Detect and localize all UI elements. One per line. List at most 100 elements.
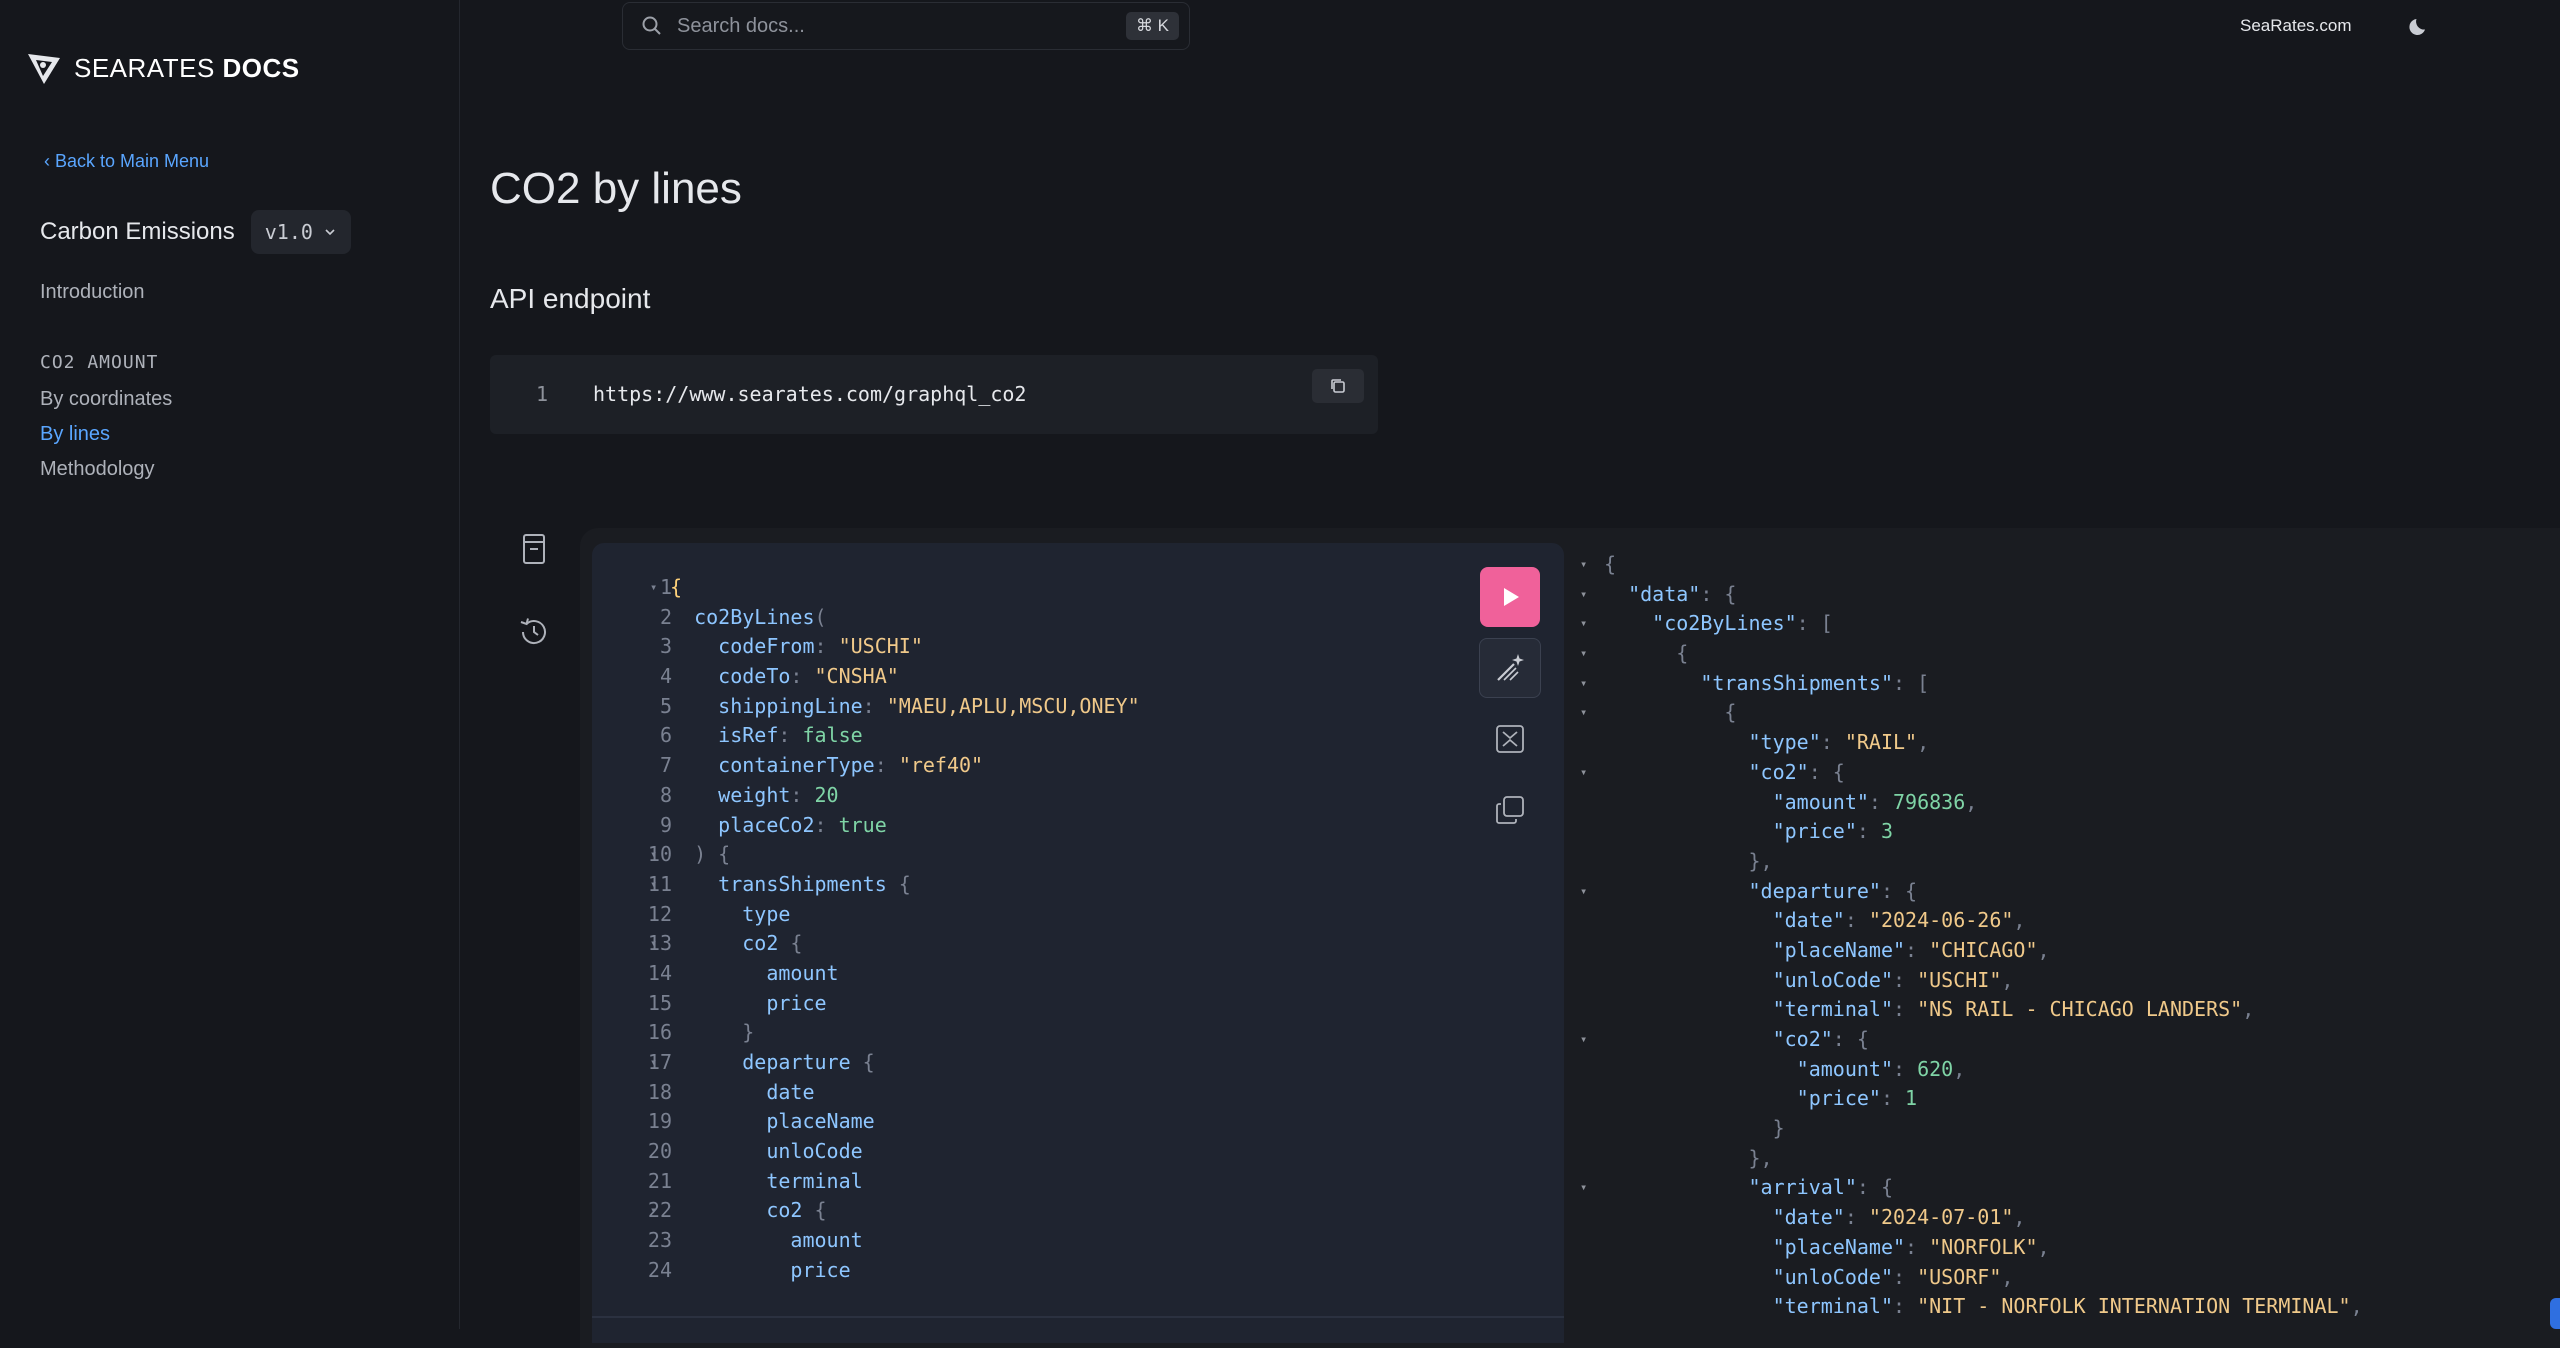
chevron-down-icon — [325, 229, 335, 236]
merge-fragments-icon[interactable] — [1493, 722, 1527, 756]
query-line-number: 14 — [592, 959, 672, 989]
fold-toggle-icon[interactable]: ▾ — [1580, 758, 1594, 788]
code-token: : — [790, 664, 815, 689]
json-token: , — [2013, 1205, 2026, 1230]
query-code-line: shippingLine: "MAEU,APLU,MSCU,ONEY" — [670, 692, 1139, 722]
line-number: 10 — [647, 842, 672, 867]
query-editor[interactable]: 1 ▾ 2 3 4 5 6 7 8 9 10 ▾ 11 ▾ 12 13 ▾ 14 15 16 17 ▾ 18 19 20 21 22… — [592, 543, 1564, 1343]
version-select[interactable]: v1.0 — [250, 210, 351, 254]
run-query-button[interactable] — [1480, 567, 1540, 627]
code-token: type — [742, 901, 791, 926]
result-line-text: "unloCode": "USORF", — [1604, 1263, 2014, 1293]
json-token: "co2ByLines" — [1652, 611, 1797, 636]
sidebar-item-by-coordinates[interactable]: By coordinates — [40, 388, 172, 411]
query-code-line: isRef: false — [670, 721, 1140, 751]
json-token: "CHICAGO" — [1929, 937, 2038, 962]
copy-endpoint-button[interactable] — [1312, 369, 1364, 403]
fold-toggle-icon[interactable]: ▾ — [1580, 639, 1594, 669]
json-token: : [ — [1796, 611, 1833, 636]
fold-toggle-icon[interactable]: ▾ — [1580, 1173, 1594, 1203]
query-code-line: codeTo: "CNSHA" — [670, 662, 1140, 692]
back-to-main-menu-link[interactable]: ‹ Back to Main Menu — [44, 151, 209, 172]
json-token: , — [2013, 908, 2026, 933]
fold-toggle-icon[interactable]: ▾ — [650, 1196, 657, 1226]
prettify-query-button[interactable] — [1479, 638, 1541, 698]
fold-toggle-icon[interactable]: ▾ — [650, 929, 657, 959]
result-line-text: "arrival": { — [1604, 1173, 1894, 1203]
json-token: 3 — [1880, 819, 1894, 844]
fold-toggle-icon[interactable]: ▾ — [1580, 580, 1594, 610]
product-name: Carbon Emissions — [40, 218, 235, 245]
editor-bottom-border — [592, 1316, 1564, 1318]
query-line-number: 10 ▾ — [592, 840, 672, 870]
json-token: : { — [1880, 878, 1918, 903]
fold-toggle-icon[interactable]: ▾ — [1580, 877, 1594, 907]
line-number: 15 — [647, 990, 672, 1015]
code-token: date — [766, 1079, 815, 1104]
line-number: 19 — [647, 1109, 672, 1134]
query-line-number: 23 — [592, 1226, 672, 1256]
result-line-text: "amount": 620, — [1604, 1055, 1966, 1085]
line-number: 21 — [647, 1168, 672, 1193]
copy-icon — [1331, 379, 1345, 393]
code-token: amount — [766, 960, 839, 985]
line-number: 3 — [659, 634, 672, 659]
json-token: "USCHI" — [1917, 967, 2002, 992]
fold-toggle-icon[interactable]: ▾ — [1580, 609, 1594, 639]
sidebar: SEARATES DOCS ‹ Back to Main Menu Carbon… — [0, 0, 460, 1329]
searates-site-link[interactable]: SeaRates.com — [2240, 16, 2352, 36]
code-token: placeCo2 — [718, 812, 815, 837]
code-token: : — [778, 723, 803, 748]
fold-toggle-icon[interactable]: ▾ — [1580, 1025, 1594, 1055]
result-line-text: "terminal": "NS RAIL - CHICAGO LANDERS", — [1604, 995, 2255, 1025]
code-token: : — [814, 634, 839, 659]
json-token: : { — [1856, 1175, 1893, 1200]
json-token: "RAIL" — [1844, 730, 1918, 755]
magic-wand-icon — [1497, 654, 1524, 681]
history-icon[interactable] — [517, 615, 551, 649]
endpoint-url[interactable]: https://www.searates.com/graphql_co2 — [593, 382, 1026, 406]
query-code-line: ) { — [670, 840, 1140, 870]
sidebar-item-by-lines[interactable]: By lines — [40, 423, 110, 446]
moon-icon[interactable] — [2408, 14, 2432, 38]
result-line-text: "price": 3 — [1604, 817, 1893, 847]
fold-toggle-icon[interactable]: ▾ — [1580, 669, 1594, 699]
json-token: : — [1856, 819, 1881, 844]
sidebar-item-introduction[interactable]: Introduction — [40, 281, 145, 304]
code-token: : — [790, 782, 815, 807]
code-token: price — [790, 1257, 851, 1282]
result-line-text: }, — [1604, 1144, 1773, 1174]
line-number: 9 — [659, 812, 672, 837]
json-token: , — [1917, 730, 1930, 755]
query-line-number: 11 ▾ — [592, 870, 672, 900]
fold-toggle-icon[interactable]: ▾ — [1580, 550, 1594, 580]
query-line-number: 17 ▾ — [592, 1048, 672, 1078]
book-icon[interactable] — [517, 532, 551, 566]
sidebar-item-methodology[interactable]: Methodology — [40, 458, 155, 481]
brand-logo[interactable]: SEARATES DOCS — [24, 48, 300, 88]
fold-toggle-icon[interactable]: ▾ — [650, 573, 657, 603]
json-token: , — [1953, 1056, 1966, 1081]
fold-toggle-icon[interactable]: ▾ — [1580, 698, 1594, 728]
query-line-number: 5 — [592, 692, 672, 722]
sidebar-section-heading: CO2 AMOUNT — [40, 352, 159, 373]
fold-toggle-icon[interactable]: ▾ — [650, 1048, 657, 1078]
fold-toggle-icon[interactable]: ▾ — [650, 840, 657, 870]
fold-toggle-icon[interactable]: ▾ — [650, 870, 657, 900]
query-code-line: co2ByLines( — [670, 603, 1140, 633]
search-input[interactable]: Search docs... ⌘ K — [622, 2, 1190, 50]
query-editor-content[interactable]: { co2ByLines( codeFrom: "USCHI" codeTo: … — [670, 573, 1140, 1286]
copy-query-icon[interactable] — [1493, 793, 1527, 827]
scrollbar-thumb[interactable] — [2550, 1298, 2560, 1329]
result-line-text: "unloCode": "USCHI", — [1604, 966, 2014, 996]
